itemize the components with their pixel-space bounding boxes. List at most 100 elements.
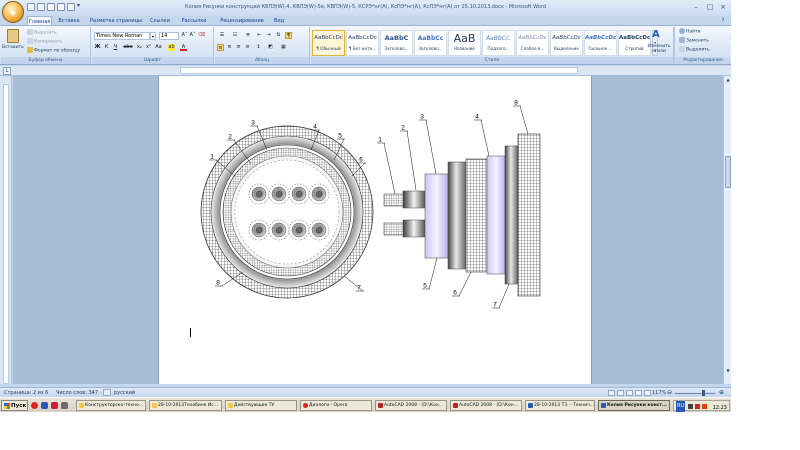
close-button[interactable]: × [717, 2, 729, 12]
print-layout-icon[interactable] [608, 390, 615, 396]
callout-label: 6 [453, 290, 457, 297]
shading-icon[interactable]: ◩ [267, 44, 274, 51]
font-name-dropdown-icon[interactable]: ▾ [150, 32, 156, 40]
change-case-button[interactable]: Aa [154, 44, 163, 51]
style-emphasis[interactable]: AaBbCcDc Выделение [550, 30, 583, 56]
font-size-select[interactable]: 14 [159, 32, 179, 40]
style-subtle-emphasis[interactable]: AaBbCcDc Слабое в... [516, 30, 549, 56]
change-styles-label[interactable]: Изменить стили [644, 44, 674, 54]
format-painter-button[interactable]: Формат по образцу [27, 47, 80, 55]
callout-leader [458, 271, 472, 297]
subscript-button[interactable]: x₂ [136, 44, 143, 51]
document-page[interactable]: 1 2 3 4 5 6 7 8 1 2 3 4 5 6 7 8 [158, 76, 592, 384]
callout-label: 8 [514, 100, 518, 107]
taskbar-item-folder-2[interactable]: 28-10-2013Техобинк Ис... [149, 400, 222, 411]
sort-icon[interactable]: ⇅ [275, 32, 282, 39]
taskbar-item-folder-1[interactable]: Конструкторско-техно... [76, 400, 146, 411]
show-marks-button[interactable]: ¶ [285, 32, 292, 39]
tray-icon-3[interactable] [702, 404, 707, 409]
opera-icon[interactable] [31, 402, 38, 409]
bold-button[interactable]: Ж [94, 44, 101, 51]
style-sample: AaBbCc [417, 35, 444, 42]
align-center-icon[interactable]: ≡ [226, 44, 233, 51]
bullets-icon[interactable]: ☰ [217, 32, 227, 39]
start-button[interactable]: Пуск [1, 400, 28, 411]
proofing-icon[interactable] [103, 389, 111, 396]
style-heading-1[interactable]: AaBbC Заголово... [380, 30, 413, 56]
scroll-up-icon[interactable]: ▲ [725, 77, 731, 83]
justify-icon[interactable]: ≡ [244, 44, 251, 51]
decrease-indent-icon[interactable]: ⇤ [256, 32, 263, 39]
select-button[interactable]: Выделить [679, 46, 710, 54]
tab-selector-icon[interactable]: L [3, 67, 11, 75]
paste-button[interactable]: Вставить [2, 29, 24, 53]
tray-icon-1[interactable] [688, 404, 693, 409]
align-right-icon[interactable]: ≡ [235, 44, 242, 51]
office-button[interactable]: ◈ [2, 1, 24, 23]
outline-icon[interactable] [635, 390, 642, 396]
font-group-label: Шрифт [92, 57, 213, 64]
full-screen-icon[interactable] [617, 390, 624, 396]
acrobat-icon[interactable] [51, 402, 58, 409]
zoom-slider-thumb[interactable] [702, 390, 705, 396]
style-name: Сильное ... [588, 46, 613, 51]
taskbar-item-opera[interactable]: Диалоги - Opera [300, 400, 372, 411]
callout-label: 3 [251, 120, 255, 127]
style-title[interactable]: AaB Название [448, 30, 481, 56]
style-name: Название [453, 46, 475, 51]
cut-button[interactable]: Вырезать [27, 29, 57, 37]
highlight-icon[interactable]: ab [168, 44, 175, 51]
editing-group-label: Редактирование [676, 57, 730, 64]
system-tray: RU 12:23 [673, 400, 730, 412]
find-button[interactable]: Найти [679, 28, 701, 36]
conductor-core [308, 219, 330, 241]
align-left-icon[interactable]: ≡ [217, 44, 224, 51]
taskbar-item-autocad-2[interactable]: AutoCAD 2008 - [D:\Кон... [450, 400, 522, 411]
underline-button[interactable]: Ч [112, 44, 119, 51]
word-icon[interactable] [41, 402, 48, 409]
shrink-font-button[interactable]: A˅ [189, 32, 196, 39]
copy-label: Копировать [34, 39, 63, 45]
superscript-button[interactable]: x² [145, 44, 152, 51]
font-name-select[interactable]: Times New Roman [94, 32, 150, 40]
strikethrough-button[interactable]: abe [122, 44, 134, 51]
word-window: ◈ ▾ Копия Рисунки конструкций КВПЭ(W)-4,… [0, 0, 731, 412]
copy-button[interactable]: Копировать [27, 38, 62, 46]
tray-icon-2[interactable] [695, 404, 700, 409]
style-subtitle[interactable]: AaBbCc. Подзаго... [482, 30, 515, 56]
app-icon[interactable] [61, 402, 68, 409]
taskbar-item-label: Диалоги - Opera [309, 403, 348, 408]
change-styles-icon[interactable]: A [652, 29, 660, 40]
clear-format-button[interactable]: ⌫ [198, 32, 205, 39]
grow-font-button[interactable]: A˄ [181, 32, 188, 39]
style-intense-emphasis[interactable]: AaBbCcDc Сильное ... [584, 30, 617, 56]
vertical-ruler[interactable] [0, 76, 12, 384]
horizontal-ruler[interactable]: L [0, 66, 731, 76]
line-spacing-icon[interactable]: ↕ [255, 44, 262, 51]
scroll-thumb[interactable] [725, 156, 731, 188]
scroll-down-icon[interactable]: ▼ [725, 368, 731, 374]
taskbar-item-word-1[interactable]: 28-10-2013 ТЗ. - Технич... [525, 400, 595, 411]
italic-button[interactable]: К [103, 44, 110, 51]
borders-icon[interactable]: ▦ [280, 44, 287, 51]
taskbar-item-autocad-1[interactable]: AutoCAD 2008 - [D:\Кон... [375, 400, 447, 411]
multilevel-list-icon[interactable]: ≣ [243, 32, 253, 39]
language-indicator-tray[interactable]: RU [676, 401, 686, 412]
maximize-button[interactable]: □ [704, 2, 716, 12]
style-heading-2[interactable]: AaBbCc Заголово... [414, 30, 447, 56]
font-color-icon[interactable]: A [180, 44, 187, 51]
taskbar-item-word-2[interactable]: Копия Рисунки конст... [598, 400, 670, 411]
web-layout-icon[interactable] [626, 390, 633, 396]
style-normal[interactable]: AaBbCcDc ¶ Обычный [312, 30, 345, 56]
replace-button[interactable]: Заменить [679, 37, 709, 45]
numbering-icon[interactable]: ☷ [230, 32, 240, 39]
draft-icon[interactable] [644, 390, 651, 396]
minimize-button[interactable]: – [690, 2, 702, 12]
style-sample: AaB [453, 32, 476, 45]
taskbar-item-folder-3[interactable]: Действующие ТУ [225, 400, 297, 411]
increase-indent-icon[interactable]: ⇥ [265, 32, 272, 39]
vertical-scrollbar[interactable]: ▲ ▼ [723, 76, 731, 384]
style-no-spacing[interactable]: AaBbCcDc ¶ Без инте... [346, 30, 379, 56]
style-name: Подзаго... [487, 46, 510, 51]
zoom-slider[interactable] [675, 393, 715, 394]
